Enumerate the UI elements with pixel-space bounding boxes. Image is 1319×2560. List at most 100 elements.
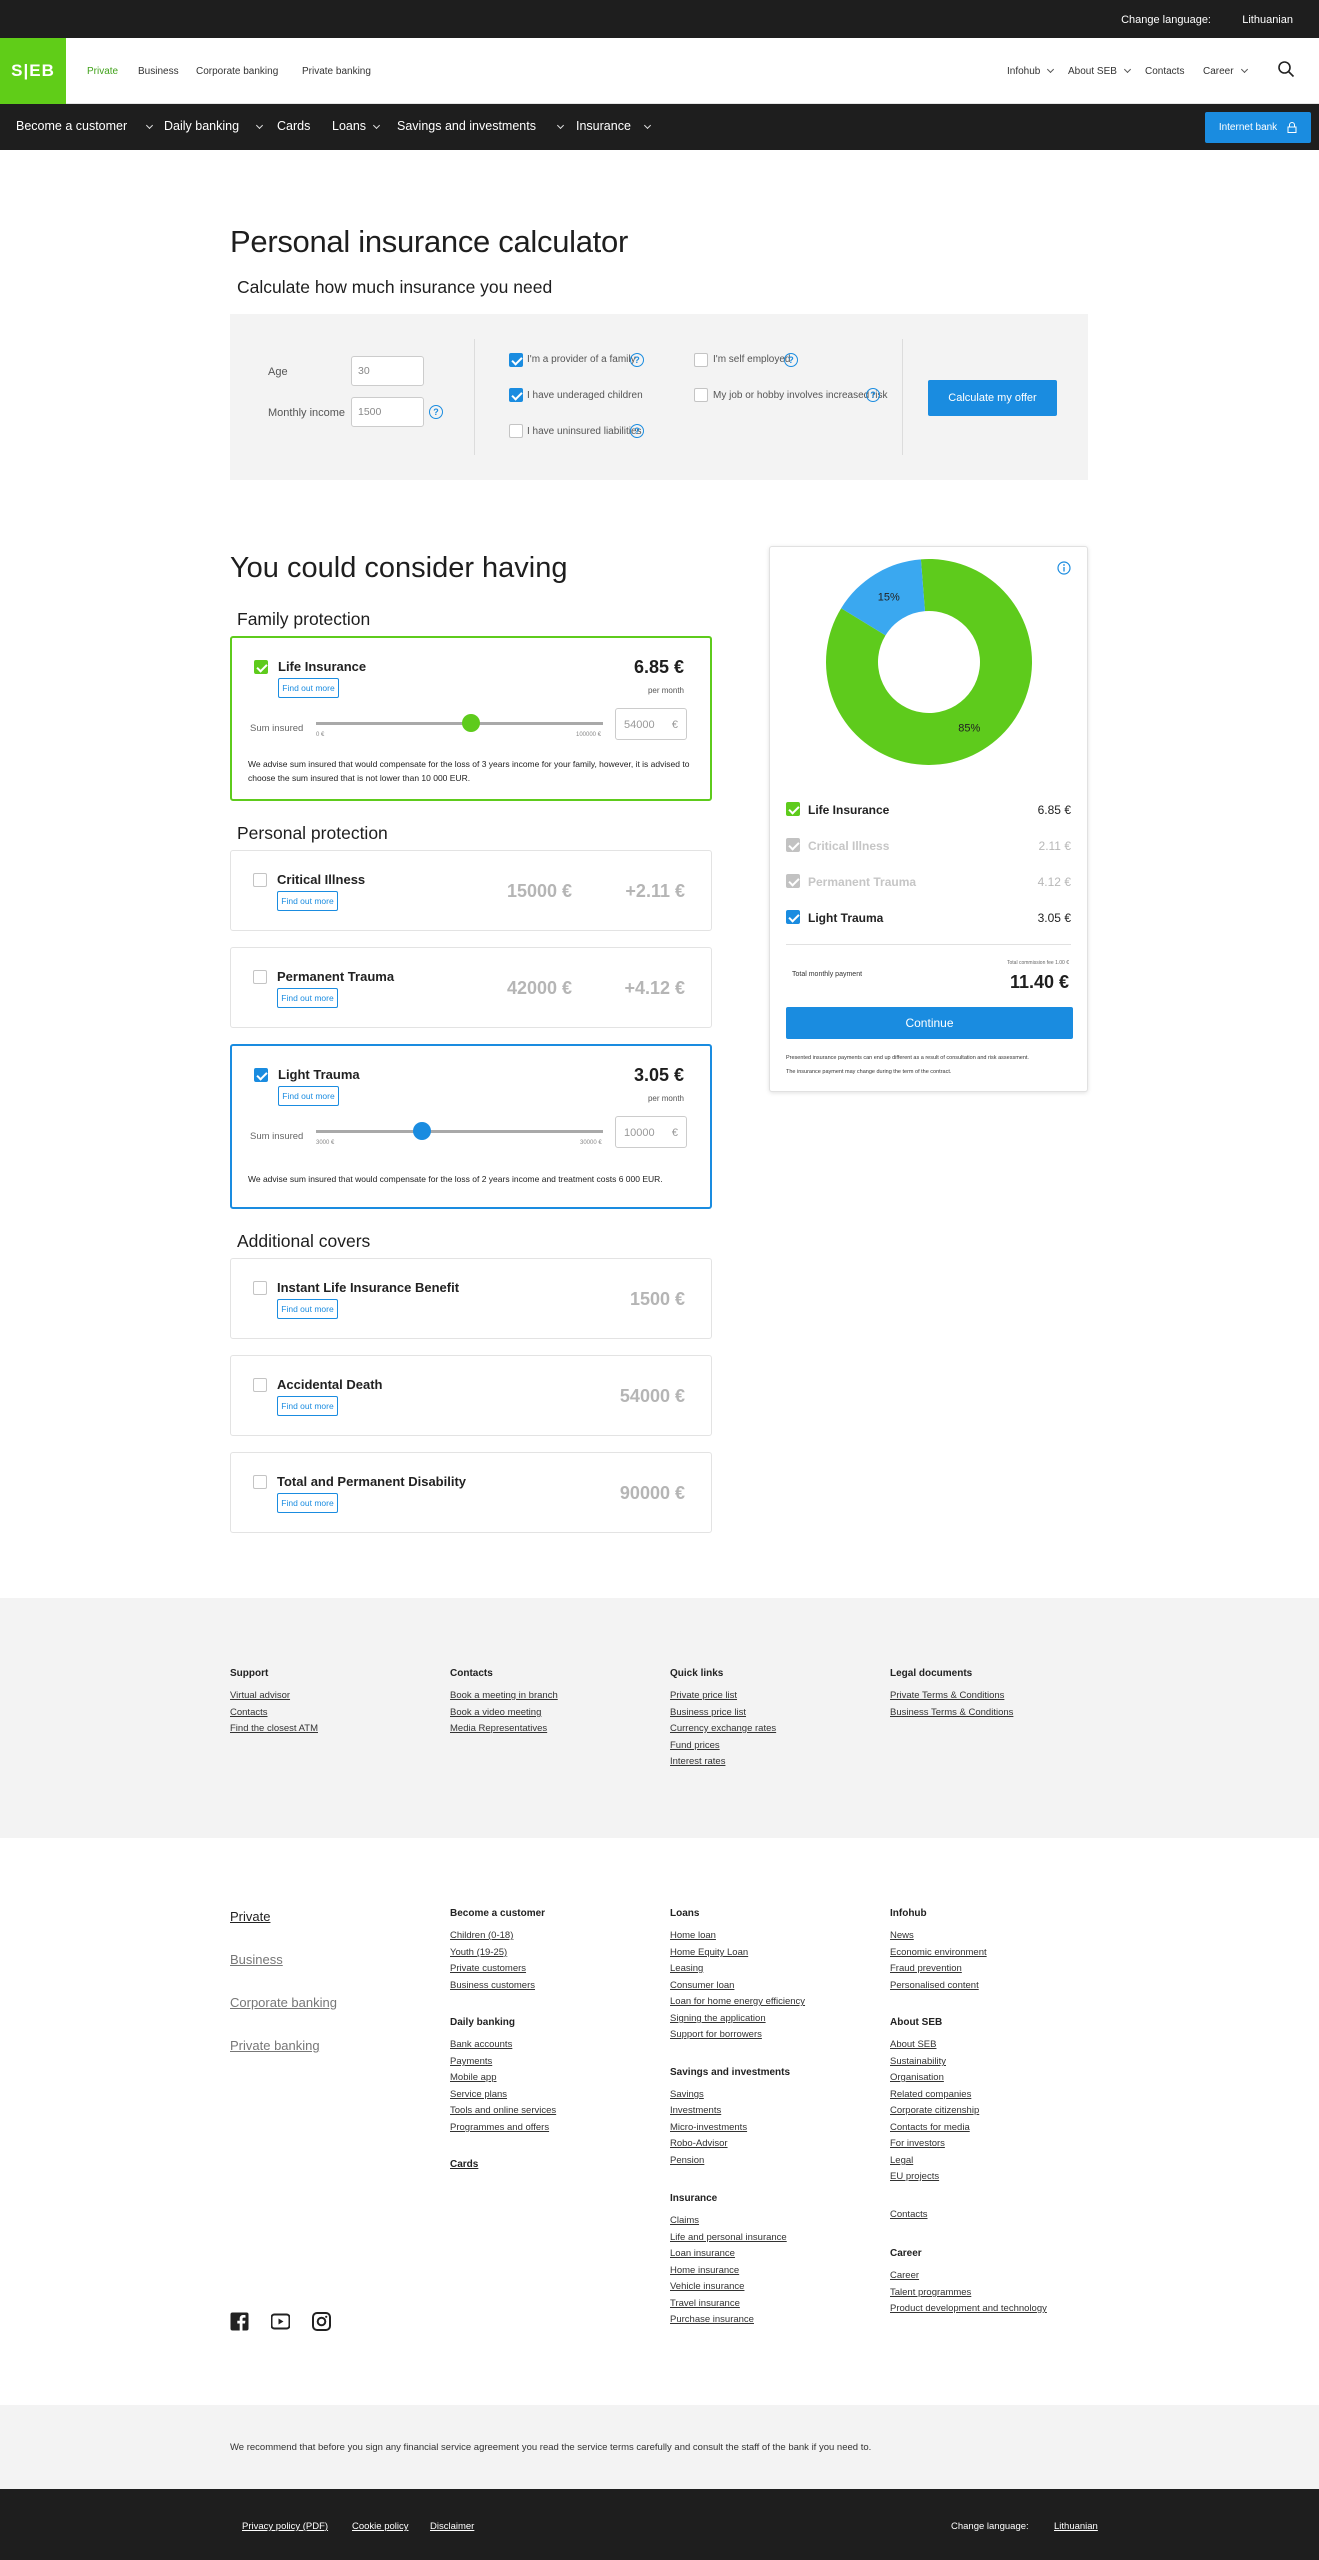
monthly-income-input[interactable]: 1500 [351, 397, 424, 427]
sitemap-link[interactable]: Corporate citizenship [890, 2105, 979, 2116]
sitemap-link[interactable]: Payments [450, 2056, 492, 2067]
sitemap-link[interactable]: Career [890, 2270, 919, 2281]
critical-illness-checkbox[interactable] [253, 873, 267, 887]
sitemap-link[interactable]: Children (0-18) [450, 1930, 513, 1941]
nav-about[interactable]: About SEB [1068, 65, 1131, 77]
menu-cards[interactable]: Cards [277, 119, 310, 133]
sitemap-link[interactable]: Leasing [670, 1963, 703, 1974]
privacy-policy-link[interactable]: Privacy policy (PDF) [242, 2521, 328, 2532]
sitemap-link[interactable]: EU projects [890, 2171, 939, 2182]
segment-private-banking[interactable]: Private banking [302, 66, 371, 77]
sitemap-link[interactable]: Vehicle insurance [670, 2281, 744, 2292]
sitemap-link[interactable]: Private customers [450, 1963, 526, 1974]
sitemap-link[interactable]: Related companies [890, 2089, 971, 2100]
sitemap-link[interactable]: Fraud prevention [890, 1963, 962, 1974]
footer-link[interactable]: Business Terms & Conditions [890, 1707, 1013, 1718]
segment-corporate[interactable]: Corporate banking [196, 66, 278, 77]
help-icon[interactable]: ? [429, 405, 443, 419]
nav-career[interactable]: Career [1203, 65, 1248, 77]
sitemap-link[interactable]: Home insurance [670, 2265, 739, 2276]
summary-checkbox[interactable] [786, 910, 800, 924]
light-slider-track[interactable] [316, 1130, 603, 1133]
self-employed-checkbox[interactable] [694, 353, 708, 367]
search-icon[interactable] [1277, 60, 1295, 78]
tpd-checkbox[interactable] [253, 1475, 267, 1489]
sitemap-link[interactable]: Contacts for media [890, 2122, 970, 2133]
disclaimer-link[interactable]: Disclaimer [430, 2521, 474, 2532]
sitemap-link[interactable]: Personalised content [890, 1980, 979, 1991]
sitemap-link[interactable]: Support for borrowers [670, 2029, 762, 2040]
sitemap-link[interactable]: Talent programmes [890, 2287, 971, 2298]
accidental-death-checkbox[interactable] [253, 1378, 267, 1392]
sitemap-link[interactable]: Sustainability [890, 2056, 946, 2067]
sitemap-link[interactable]: Purchase insurance [670, 2314, 754, 2325]
footer-link[interactable]: Private price list [670, 1690, 737, 1701]
sitemap-link[interactable]: Savings [670, 2089, 704, 2100]
life-sum-input[interactable]: 54000 € [615, 708, 687, 740]
youtube-icon[interactable] [271, 2312, 290, 2331]
sitemap-link[interactable]: Tools and online services [450, 2105, 556, 2116]
menu-savings[interactable]: Savings and investments [397, 119, 565, 133]
menu-become-customer[interactable]: Become a customer [16, 119, 154, 133]
help-icon[interactable]: ? [866, 388, 880, 402]
sitemap-link[interactable]: Life and personal insurance [670, 2232, 787, 2243]
find-out-more-button[interactable]: Find out more [277, 891, 338, 911]
sitemap-link[interactable]: Bank accounts [450, 2039, 512, 2050]
find-out-more-button[interactable]: Find out more [277, 1299, 338, 1319]
summary-checkbox[interactable] [786, 874, 800, 888]
sitemap-link[interactable]: Organisation [890, 2072, 944, 2083]
footer-link[interactable]: Interest rates [670, 1756, 725, 1767]
sitemap-link[interactable]: Economic environment [890, 1947, 987, 1958]
help-icon[interactable]: ? [630, 353, 644, 367]
sitemap-link[interactable]: Business customers [450, 1980, 535, 1991]
cookie-policy-link[interactable]: Cookie policy [352, 2521, 409, 2532]
sitemap-link[interactable]: Mobile app [450, 2072, 496, 2083]
underaged-children-checkbox[interactable] [509, 388, 523, 402]
sitemap-link[interactable]: Youth (19-25) [450, 1947, 507, 1958]
nav-contacts[interactable]: Contacts [1145, 66, 1184, 77]
seb-logo[interactable]: S|EB [0, 38, 66, 104]
uninsured-liabilities-checkbox[interactable] [509, 424, 523, 438]
calculate-offer-button[interactable]: Calculate my offer [928, 380, 1057, 416]
provider-family-checkbox[interactable] [509, 353, 523, 367]
sitemap-segment-private-banking[interactable]: Private banking [230, 2038, 320, 2053]
sitemap-link[interactable]: News [890, 1930, 914, 1941]
sitemap-link[interactable]: Signing the application [670, 2013, 766, 2024]
sitemap-link[interactable]: Consumer loan [670, 1980, 734, 1991]
find-out-more-button[interactable]: Find out more [277, 1493, 338, 1513]
sitemap-link[interactable]: Home loan [670, 1930, 716, 1941]
footer-link[interactable]: Fund prices [670, 1740, 720, 1751]
light-sum-input[interactable]: 10000 € [615, 1116, 687, 1148]
find-out-more-button[interactable]: Find out more [277, 1396, 338, 1416]
instant-life-checkbox[interactable] [253, 1281, 267, 1295]
light-trauma-checkbox[interactable] [254, 1068, 268, 1082]
sitemap-cards-link[interactable]: Cards [450, 2159, 478, 2170]
footer-link[interactable]: Find the closest ATM [230, 1723, 318, 1734]
sitemap-link[interactable]: Home Equity Loan [670, 1947, 748, 1958]
sitemap-segment-corporate[interactable]: Corporate banking [230, 1995, 337, 2010]
sitemap-link[interactable]: Legal [890, 2155, 913, 2166]
footer-link[interactable]: Book a meeting in branch [450, 1690, 558, 1701]
sitemap-link[interactable]: Claims [670, 2215, 699, 2226]
find-out-more-button[interactable]: Find out more [277, 988, 338, 1008]
sitemap-link[interactable]: Travel insurance [670, 2298, 740, 2309]
sitemap-segment-business[interactable]: Business [230, 1952, 283, 1967]
info-icon[interactable] [1057, 561, 1071, 575]
sitemap-link[interactable]: Robo-Advisor [670, 2138, 728, 2149]
help-icon[interactable]: ? [784, 353, 798, 367]
footer-link[interactable]: Media Representatives [450, 1723, 547, 1734]
find-out-more-button[interactable]: Find out more [278, 678, 339, 698]
menu-daily-banking[interactable]: Daily banking [164, 119, 264, 133]
sitemap-link[interactable]: Loan insurance [670, 2248, 735, 2259]
footer-link[interactable]: Book a video meeting [450, 1707, 541, 1718]
footer-link[interactable]: Virtual advisor [230, 1690, 290, 1701]
sitemap-link[interactable]: Loan for home energy efficiency [670, 1996, 805, 2007]
language-switch[interactable]: Lithuanian [1242, 14, 1293, 26]
summary-checkbox[interactable] [786, 838, 800, 852]
segment-private[interactable]: Private [87, 66, 118, 77]
life-slider-handle[interactable] [461, 714, 480, 732]
sitemap-link[interactable]: Pension [670, 2155, 704, 2166]
footer-link[interactable]: Currency exchange rates [670, 1723, 776, 1734]
footer-link[interactable]: Private Terms & Conditions [890, 1690, 1004, 1701]
age-input[interactable]: 30 [351, 356, 424, 386]
